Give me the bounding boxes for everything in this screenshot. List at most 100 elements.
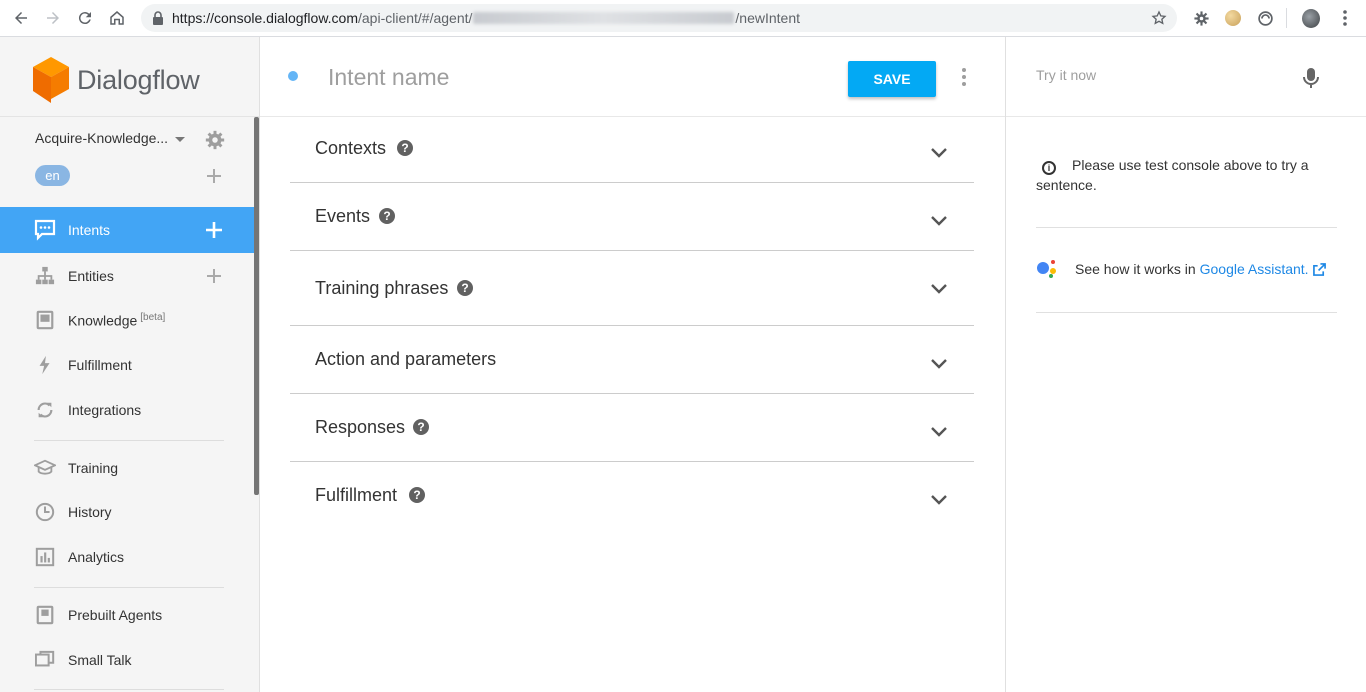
arrow-left-icon — [15, 12, 27, 24]
sidebar-item-label: Training — [68, 460, 119, 476]
forward-button[interactable] — [37, 2, 69, 34]
panel-divider — [1036, 227, 1337, 228]
sidebar: Dialogflow Acquire-Knowledge... en Inten… — [0, 37, 260, 692]
google-assistant-link[interactable]: Google Assistant. — [1200, 261, 1309, 277]
try-it-row — [1006, 37, 1366, 117]
reload-button[interactable] — [69, 2, 101, 34]
sidebar-item-entities[interactable]: Entities — [0, 253, 254, 299]
sidebar-item-integrations[interactable]: Integrations — [0, 387, 254, 433]
intent-editor: SAVE Contexts ? Events ? Training phrase… — [260, 37, 1005, 692]
history-icon — [34, 501, 56, 523]
external-link-icon[interactable] — [1312, 262, 1326, 276]
sidebar-item-prebuilt-agents[interactable]: Prebuilt Agents — [0, 592, 254, 638]
sidebar-item-history[interactable]: History — [0, 489, 254, 535]
section-responses[interactable]: Responses ? — [290, 394, 974, 462]
reload-icon — [78, 12, 91, 25]
help-icon[interactable]: ? — [413, 419, 429, 435]
knowledge-label: Knowledge — [68, 312, 138, 329]
hint-text: Please use test console above to try a s… — [1036, 157, 1309, 193]
help-icon[interactable]: ? — [457, 280, 473, 296]
chevron-down-icon[interactable] — [930, 215, 948, 227]
beta-badge: [beta] — [140, 311, 166, 323]
sidebar-item-label: History — [68, 504, 112, 520]
url-host: https://console.dialogflow.com — [172, 10, 358, 26]
profile-avatar[interactable] — [1302, 8, 1320, 28]
chevron-down-icon[interactable] — [930, 426, 948, 438]
sidebar-item-fulfillment[interactable]: Fulfillment — [0, 342, 254, 388]
help-icon[interactable]: ? — [397, 140, 413, 156]
save-button[interactable]: SAVE — [848, 61, 936, 97]
back-button[interactable] — [5, 2, 37, 34]
dialogflow-cube-icon — [33, 57, 69, 103]
sidebar-item-label: Intents — [68, 222, 111, 238]
google-assistant-icon — [1036, 257, 1060, 281]
microphone-icon[interactable] — [1302, 67, 1320, 89]
browser-toolbar: https://console.dialogflow.com/api-clien… — [0, 0, 1366, 37]
more-options-icon[interactable] — [956, 66, 972, 88]
prebuilt-agents-icon — [34, 604, 56, 626]
intents-icon — [34, 219, 56, 241]
add-intent-icon[interactable] — [205, 221, 223, 239]
help-icon[interactable]: ? — [379, 208, 395, 224]
url-redacted — [473, 12, 735, 24]
sidebar-item-label: Prebuilt Agents — [68, 607, 163, 623]
address-bar[interactable]: https://console.dialogflow.com/api-clien… — [141, 4, 1177, 32]
chevron-down-icon[interactable] — [930, 147, 948, 159]
sidebar-item-label: Analytics — [68, 549, 125, 565]
sidebar-item-knowledge[interactable]: Knowledge [beta] — [0, 297, 254, 343]
home-button[interactable] — [101, 2, 133, 34]
sidebar-item-label: Small Talk — [68, 652, 132, 668]
sidebar-scrollbar[interactable] — [254, 117, 259, 495]
add-entity-icon[interactable] — [205, 267, 223, 285]
sidebar-divider — [34, 440, 224, 441]
section-title: Fulfillment — [315, 485, 398, 505]
knowledge-icon — [34, 309, 56, 331]
extension-spiral-icon[interactable] — [1256, 9, 1274, 27]
fulfillment-icon — [34, 354, 56, 376]
help-icon[interactable]: ? — [409, 487, 425, 503]
sidebar-item-intents[interactable]: Intents — [0, 207, 254, 253]
caret-down-icon[interactable] — [175, 137, 185, 142]
sidebar-item-training[interactable]: Training — [0, 445, 254, 491]
intent-name-input[interactable] — [328, 59, 808, 95]
chevron-down-icon[interactable] — [930, 494, 948, 506]
try-it-input[interactable] — [1036, 67, 1286, 83]
sidebar-item-label: Fulfillment — [68, 357, 132, 373]
section-title: Events — [315, 206, 371, 226]
url-tail: /newIntent — [735, 10, 801, 26]
agent-selector[interactable]: Acquire-Knowledge... — [35, 130, 168, 146]
chevron-down-icon[interactable] — [930, 358, 948, 370]
logo-divider — [0, 116, 259, 117]
toolbar-divider — [1286, 8, 1287, 28]
extension-gear-icon[interactable] — [1192, 9, 1210, 27]
browser-menu-icon[interactable] — [1336, 9, 1354, 27]
chevron-down-icon[interactable] — [930, 283, 948, 295]
ga-text: See how it works in — [1075, 261, 1196, 277]
bookmark-star-icon[interactable] — [1151, 10, 1167, 26]
sidebar-item-small-talk[interactable]: Small Talk — [0, 637, 254, 683]
logo-text: Dialogflow — [77, 64, 200, 95]
agent-settings-gear-icon[interactable] — [204, 129, 226, 151]
arrow-right-icon — [47, 12, 59, 24]
entities-icon — [34, 265, 56, 287]
small-talk-icon — [34, 649, 56, 671]
extension-cookie-icon[interactable] — [1224, 9, 1242, 27]
analytics-icon — [34, 546, 56, 568]
url-path: /api-client/#/agent/ — [358, 10, 473, 26]
section-fulfillment[interactable]: Fulfillment ? — [290, 462, 974, 530]
section-action-and-parameters[interactable]: Action and parameters — [290, 326, 974, 394]
section-events[interactable]: Events ? — [290, 183, 974, 251]
sidebar-divider — [34, 587, 224, 588]
language-badge[interactable]: en — [35, 165, 70, 186]
sidebar-item-analytics[interactable]: Analytics — [0, 534, 254, 580]
google-assistant-row: See how it works in Google Assistant. — [1036, 257, 1326, 281]
section-title: Training phrases — [315, 278, 449, 298]
integrations-icon — [34, 399, 56, 421]
dialogflow-app: Dialogflow Acquire-Knowledge... en Inten… — [0, 37, 1366, 692]
section-contexts[interactable]: Contexts ? — [290, 117, 974, 183]
dialogflow-logo[interactable]: Dialogflow — [33, 57, 200, 103]
section-title: Contexts — [315, 138, 387, 158]
section-training-phrases[interactable]: Training phrases ? — [290, 251, 974, 326]
add-language-icon[interactable] — [206, 168, 222, 184]
sidebar-item-label: Knowledge [beta] — [68, 312, 165, 329]
